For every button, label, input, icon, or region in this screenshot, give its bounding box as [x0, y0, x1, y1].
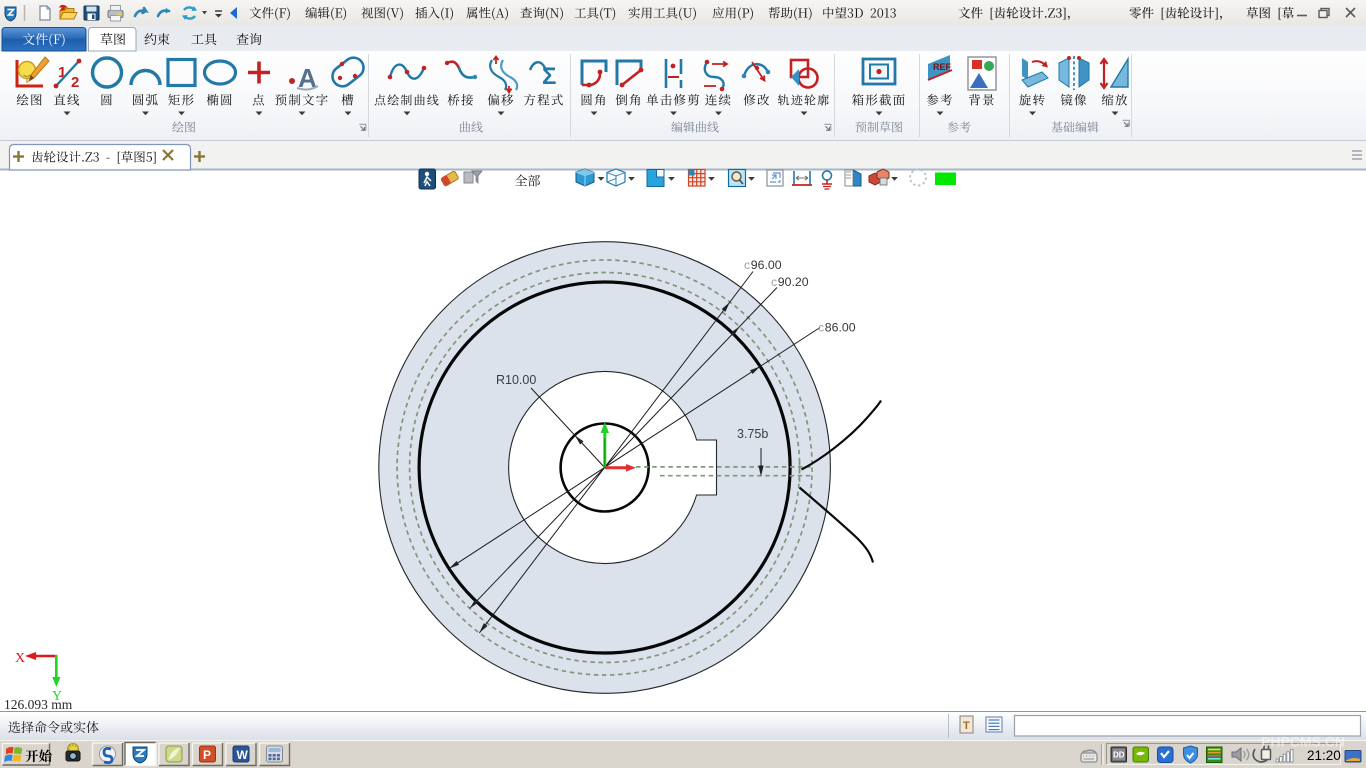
- svg-text:c: c: [771, 275, 777, 289]
- svg-text:…: …: [1283, 7, 1295, 21]
- svg-text:90.20: 90.20: [778, 275, 809, 289]
- svg-text:c: c: [818, 321, 824, 335]
- svg-text:PHPCMS.CN: PHPCMS.CN: [1261, 734, 1345, 750]
- svg-text:X: X: [15, 651, 25, 666]
- svg-text:3.75b: 3.75b: [737, 427, 768, 441]
- svg-text:R10.00: R10.00: [496, 373, 536, 387]
- svg-text:c: c: [744, 258, 750, 272]
- svg-text:Σ: Σ: [542, 63, 556, 90]
- svg-text:T: T: [963, 720, 970, 732]
- svg-text:W: W: [237, 748, 249, 762]
- svg-text:86.00: 86.00: [825, 321, 856, 335]
- svg-text:P: P: [203, 748, 211, 762]
- svg-text:2: 2: [71, 74, 79, 91]
- svg-text:DD: DD: [1113, 751, 1125, 760]
- svg-text:96.00: 96.00: [751, 258, 782, 272]
- svg-text:21:20: 21:20: [1307, 748, 1341, 763]
- svg-text:126.093 mm: 126.093 mm: [4, 697, 73, 712]
